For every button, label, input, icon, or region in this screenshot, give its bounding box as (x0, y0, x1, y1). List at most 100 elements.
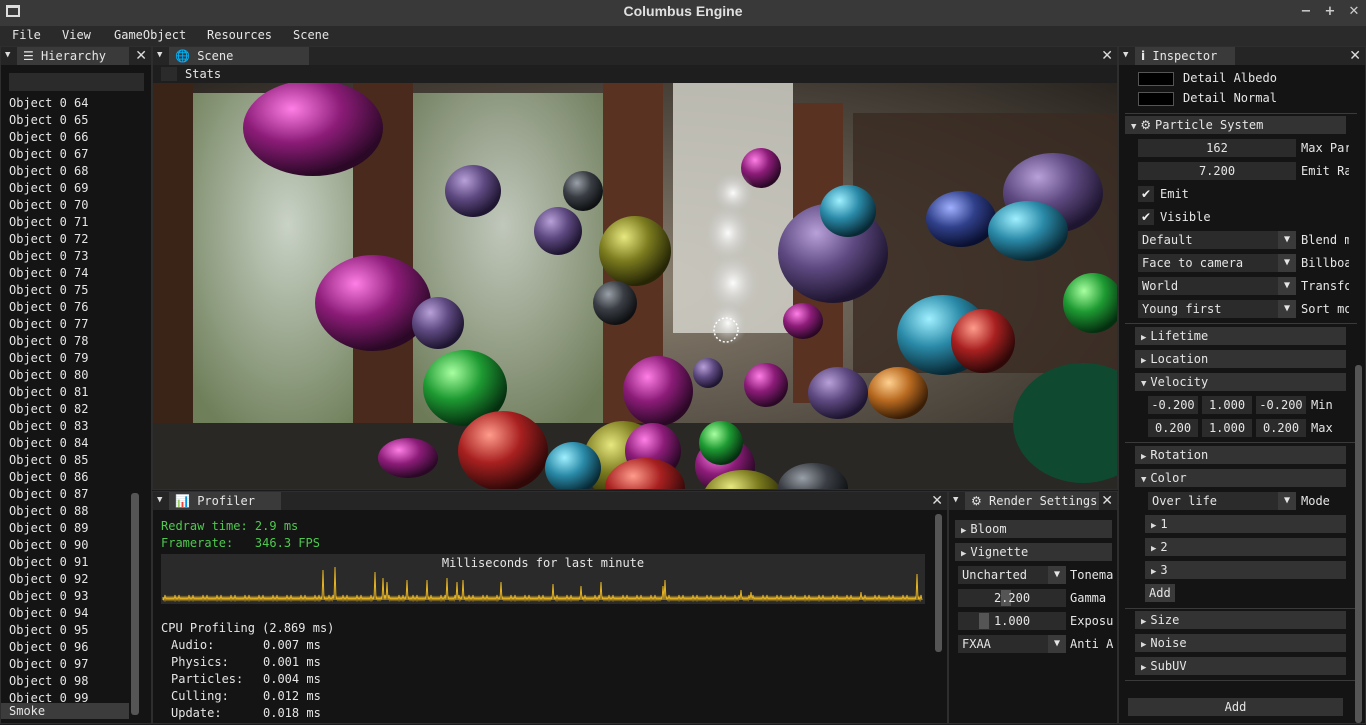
list-item[interactable]: Object 0 96 (9, 639, 88, 656)
list-item[interactable]: Object 0 77 (9, 316, 88, 333)
menu-scene[interactable]: Scene (293, 28, 329, 42)
size-header[interactable]: ▶ Size (1135, 611, 1346, 629)
list-item[interactable]: Object 0 84 (9, 435, 88, 452)
hierarchy-search-input[interactable] (9, 73, 144, 91)
anti-aliasing-combo[interactable]: FXAA ▼ (958, 635, 1066, 653)
vignette-header[interactable]: ▶ Vignette (955, 543, 1112, 561)
velocity-max-y[interactable]: 1.000 (1202, 419, 1252, 437)
list-item[interactable]: Object 0 76 (9, 299, 88, 316)
velocity-max-x[interactable]: 0.200 (1148, 419, 1198, 437)
list-item[interactable]: Object 0 65 (9, 112, 88, 129)
inspector-scrollbar[interactable] (1355, 365, 1362, 723)
list-item[interactable]: Object 0 98 (9, 673, 88, 690)
list-item[interactable]: Object 0 95 (9, 622, 88, 639)
stats-label[interactable]: Stats (185, 67, 221, 81)
list-item[interactable]: Object 0 94 (9, 605, 88, 622)
velocity-min-y[interactable]: 1.000 (1202, 396, 1252, 414)
collapse-triangle-icon[interactable]: ▼ (953, 495, 958, 505)
noise-header[interactable]: ▶ Noise (1135, 634, 1346, 652)
velocity-min-z[interactable]: -0.200 (1256, 396, 1306, 414)
list-item[interactable]: Object 0 90 (9, 537, 88, 554)
detail-albedo-swatch[interactable] (1138, 72, 1174, 86)
color-key-2[interactable]: ▶ 2 (1145, 538, 1346, 556)
minimize-button[interactable]: − (1298, 4, 1314, 20)
velocity-min-x[interactable]: -0.200 (1148, 396, 1198, 414)
list-item[interactable]: Object 0 82 (9, 401, 88, 418)
gamma-slider[interactable]: 2.200 (958, 589, 1066, 607)
list-item[interactable]: Object 0 88 (9, 503, 88, 520)
list-item[interactable]: Object 0 79 (9, 350, 88, 367)
tab-inspector[interactable]: i Inspector (1135, 47, 1235, 65)
close-icon[interactable]: ✕ (1101, 492, 1113, 510)
list-item[interactable]: Object 0 92 (9, 571, 88, 588)
hierarchy-selected-item[interactable]: Smoke (1, 703, 129, 719)
scene-viewport[interactable] (153, 83, 1117, 489)
list-item[interactable]: Object 0 67 (9, 146, 88, 163)
list-item[interactable]: Object 0 81 (9, 384, 88, 401)
close-window-button[interactable]: ✕ (1346, 4, 1362, 20)
list-item[interactable]: Object 0 69 (9, 180, 88, 197)
collapse-triangle-icon[interactable]: ▼ (1123, 50, 1128, 60)
list-item[interactable]: Object 0 66 (9, 129, 88, 146)
location-header[interactable]: ▶ Location (1135, 350, 1346, 368)
color-key-3[interactable]: ▶ 3 (1145, 561, 1346, 579)
list-item[interactable]: Object 0 87 (9, 486, 88, 503)
lifetime-header[interactable]: ▶ Lifetime (1135, 327, 1346, 345)
list-item[interactable]: Object 0 97 (9, 656, 88, 673)
list-item[interactable]: Object 0 75 (9, 282, 88, 299)
velocity-header[interactable]: ▼ Velocity (1135, 373, 1346, 391)
transform-combo[interactable]: World ▼ (1138, 277, 1296, 295)
profiler-scrollbar[interactable] (935, 514, 942, 652)
slider-grab[interactable] (979, 613, 989, 629)
list-item[interactable]: Object 0 64 (9, 95, 88, 112)
sort-mode-combo[interactable]: Young first ▼ (1138, 300, 1296, 318)
tab-profiler[interactable]: 📊 Profiler (169, 492, 281, 510)
list-item[interactable]: Object 0 80 (9, 367, 88, 384)
list-item[interactable]: Object 0 73 (9, 248, 88, 265)
blend-mode-combo[interactable]: Default ▼ (1138, 231, 1296, 249)
emit-checkbox[interactable]: ✔ (1138, 186, 1154, 202)
visible-checkbox[interactable]: ✔ (1138, 209, 1154, 225)
close-icon[interactable]: ✕ (135, 47, 147, 65)
billboard-combo[interactable]: Face to camera ▼ (1138, 254, 1296, 272)
menu-gameobject[interactable]: GameObject (114, 28, 186, 42)
hierarchy-scrollbar[interactable] (131, 493, 139, 715)
color-add-key-button[interactable]: Add (1145, 584, 1175, 602)
color-header[interactable]: ▼ Color (1135, 469, 1346, 487)
tonemap-combo[interactable]: Uncharted ▼ (958, 566, 1066, 584)
list-item[interactable]: Object 0 71 (9, 214, 88, 231)
menu-resources[interactable]: Resources (207, 28, 272, 42)
list-item[interactable]: Object 0 78 (9, 333, 88, 350)
list-item[interactable]: Object 0 68 (9, 163, 88, 180)
tab-render-settings[interactable]: ⚙ Render Settings (965, 492, 1099, 510)
particle-system-header[interactable]: ▼ ⚙ Particle System (1125, 116, 1346, 134)
exposure-slider[interactable]: 1.000 (958, 612, 1066, 630)
close-icon[interactable]: ✕ (931, 492, 943, 510)
bloom-header[interactable]: ▶ Bloom (955, 520, 1112, 538)
add-component-button[interactable]: Add (1128, 698, 1343, 716)
close-icon[interactable]: ✕ (1349, 47, 1361, 65)
subuv-header[interactable]: ▶ SubUV (1135, 657, 1346, 675)
menu-view[interactable]: View (62, 28, 91, 42)
collapse-triangle-icon[interactable]: ▼ (157, 50, 162, 60)
color-key-1[interactable]: ▶ 1 (1145, 515, 1346, 533)
color-mode-combo[interactable]: Over life ▼ (1148, 492, 1296, 510)
close-icon[interactable]: ✕ (1101, 47, 1113, 65)
velocity-max-z[interactable]: 0.200 (1256, 419, 1306, 437)
list-item[interactable]: Object 0 74 (9, 265, 88, 282)
list-item[interactable]: Object 0 86 (9, 469, 88, 486)
tab-scene[interactable]: 🌐 Scene (169, 47, 309, 65)
list-item[interactable]: Object 0 93 (9, 588, 88, 605)
list-item[interactable]: Object 0 85 (9, 452, 88, 469)
tab-hierarchy[interactable]: ☰ Hierarchy (17, 47, 129, 65)
emit-rate-field[interactable]: 7.200 (1138, 162, 1296, 180)
list-item[interactable]: Object 0 83 (9, 418, 88, 435)
collapse-triangle-icon[interactable]: ▼ (157, 495, 162, 505)
list-item[interactable]: Object 0 72 (9, 231, 88, 248)
maximize-button[interactable]: + (1322, 4, 1338, 20)
list-item[interactable]: Object 0 89 (9, 520, 88, 537)
list-item[interactable]: Object 0 70 (9, 197, 88, 214)
stats-checkbox[interactable] (161, 67, 177, 81)
menu-file[interactable]: File (12, 28, 41, 42)
detail-normal-swatch[interactable] (1138, 92, 1174, 106)
